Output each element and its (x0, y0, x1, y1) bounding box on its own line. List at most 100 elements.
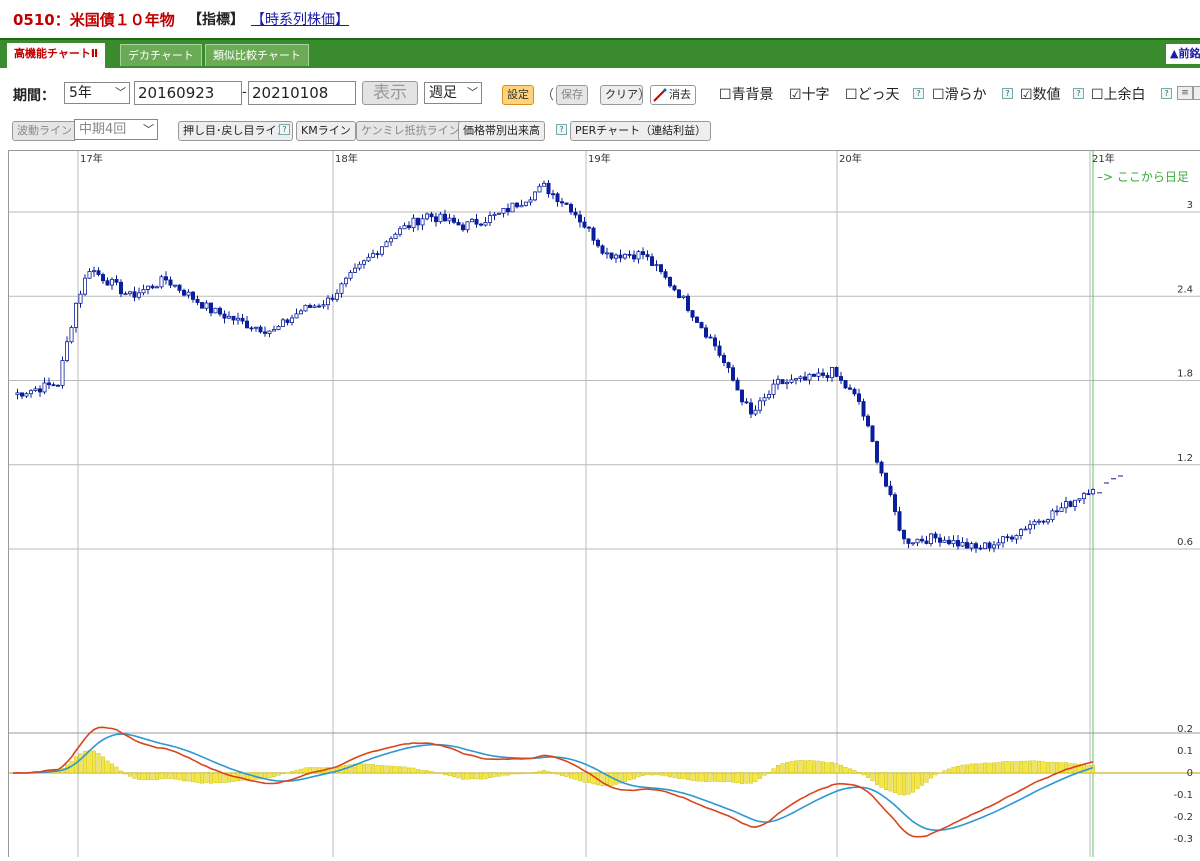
macd-histogram-bar (195, 772, 200, 783)
candle-body (915, 538, 920, 544)
toggle-crosshair[interactable]: ☑十字 (789, 84, 830, 104)
macd-histogram-bar (555, 772, 560, 775)
macd-histogram-bar (812, 760, 817, 774)
help-icon[interactable]: ? (556, 124, 567, 135)
candle-body (681, 295, 686, 298)
candle-body (105, 280, 110, 286)
macd-histogram-bar (924, 772, 929, 783)
candle-body (388, 238, 393, 243)
macd-histogram-bar (1005, 761, 1010, 774)
tab-big-chart[interactable]: デカチャート (120, 44, 202, 66)
wave-line-button[interactable]: 波動ライン (12, 121, 77, 141)
macd-histogram-bar (465, 772, 470, 780)
candle-body (47, 382, 52, 386)
candle-body (415, 217, 420, 226)
macd-histogram-bar (456, 772, 461, 779)
save-button[interactable]: 保存 (556, 85, 588, 105)
help-icon[interactable]: ? (1073, 88, 1084, 99)
macd-histogram-bar (861, 772, 866, 776)
candle-body (483, 222, 488, 226)
toggle-smooth[interactable]: ☐滑らか (932, 84, 987, 104)
candle-body (226, 315, 231, 319)
chart-area[interactable]: 3 2.4 1.8 1.2 0.6 17年 18年 19年 20年 21年 –> ここから日足 0.2… (8, 150, 1200, 857)
candle-body (460, 224, 465, 231)
candle-body (816, 372, 821, 377)
macd-histogram-bar (546, 771, 551, 774)
candle-body (807, 373, 812, 381)
candle-body (1077, 498, 1082, 501)
candle-body (384, 241, 389, 248)
macd-histogram-bar (375, 765, 380, 774)
candle-body (253, 326, 258, 329)
interval-select[interactable]: 週足 ﹀ (424, 82, 482, 104)
candle-body (433, 216, 438, 223)
macd-histogram-bar (123, 772, 128, 775)
macd-histogram-bar (168, 772, 173, 780)
menu-icon[interactable]: ≡ (1177, 86, 1193, 100)
candle-body (848, 387, 853, 390)
macd-histogram-bar (190, 772, 195, 783)
mid-term-select[interactable]: 中期4回 ﹀ (74, 119, 158, 140)
macd-histogram-bar (686, 772, 691, 780)
indicator-tag: 【指標】 (188, 12, 244, 28)
macd-histogram-bar (434, 772, 439, 774)
candle-body (884, 472, 889, 487)
show-button[interactable]: 表示 (362, 81, 418, 105)
macd-histogram-bar (506, 772, 511, 776)
candle-body (465, 221, 470, 231)
macd-histogram-bar (159, 772, 164, 779)
period-select[interactable]: 5年 ﹀ (64, 82, 130, 104)
macd-histogram-bar (960, 764, 965, 774)
interval-value: 週足 (429, 85, 457, 101)
candle-body (1082, 493, 1087, 500)
erase-button[interactable]: 消去 (650, 85, 696, 105)
end-date-input[interactable]: 20210108 (248, 81, 356, 105)
start-date-input[interactable]: 20160923 (134, 81, 242, 105)
candle-body (591, 227, 596, 241)
macd-histogram-bar (848, 768, 853, 774)
macd-histogram-bar (1063, 762, 1068, 774)
candle-body (722, 354, 727, 363)
candle-body (204, 302, 209, 309)
macd-histogram-bar (1036, 760, 1041, 774)
kenmire-line-button[interactable]: ケンミレ抵抗ライン (356, 121, 465, 141)
candle-body (1059, 507, 1064, 512)
macd-histogram-bar (118, 770, 123, 774)
candle-body (87, 271, 92, 279)
help-icon[interactable]: ? (1161, 88, 1172, 99)
macd-histogram-bar (569, 772, 574, 779)
help-icon[interactable]: ? (913, 88, 924, 99)
menu-icon[interactable] (1193, 86, 1200, 100)
settings-button[interactable]: 設定 (502, 85, 534, 105)
candle-body (654, 264, 659, 267)
candle-body (379, 246, 384, 255)
price-volume-button[interactable]: 価格帯別出来高 (458, 121, 545, 141)
candle-body (861, 401, 866, 417)
macd-histogram-bar (956, 766, 961, 774)
tab-advanced-chart[interactable]: 高機能チャートⅡ (6, 42, 107, 68)
toggle-label: 十字 (801, 87, 830, 103)
help-icon[interactable]: ? (1002, 88, 1013, 99)
time-series-link[interactable]: 【時系列株価】 (251, 9, 349, 29)
price-tick-label: 3 (1187, 200, 1193, 211)
price-chart[interactable]: 3 2.4 1.8 1.2 0.6 17年 18年 19年 20年 21年 –> ここから日足 0.2… (9, 151, 1200, 857)
mid-term-value: 中期4回 (79, 122, 127, 137)
macd-histogram-bar (519, 772, 524, 775)
toggle-blue-background[interactable]: ☐青背景 (719, 84, 774, 104)
push-back-line-button[interactable]: 押し目･戻し目ライン (178, 121, 293, 141)
toggle-top-margin[interactable]: ☐上余白 (1091, 84, 1146, 104)
per-chart-button[interactable]: PERチャート（連結利益） (570, 121, 712, 141)
candle-body (1046, 519, 1051, 523)
help-icon[interactable]: ? (279, 124, 290, 135)
km-line-button[interactable]: KMライン (296, 121, 356, 141)
macd-histogram-bar (452, 772, 457, 778)
clear-button[interactable]: クリア (600, 85, 643, 105)
macd-histogram-bar (699, 772, 704, 782)
toggle-bottom-top[interactable]: ☐どっ天 (845, 84, 900, 104)
tab-similar-chart[interactable]: 類似比較チャート (205, 44, 309, 66)
prev-stock-button[interactable]: ▲前銘 (1166, 44, 1200, 64)
macd-histogram-bar (402, 766, 407, 774)
toggle-values[interactable]: ☑数値 (1020, 84, 1061, 104)
macd-histogram-bar (645, 772, 650, 776)
checkbox: ☐ (932, 87, 945, 103)
